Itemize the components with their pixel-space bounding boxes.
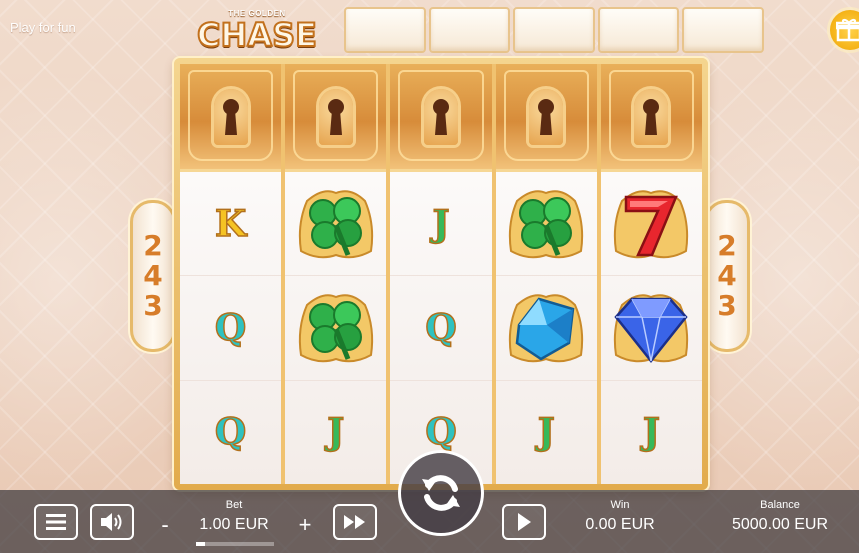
bonus-progress-bar (344, 7, 764, 53)
keyhole-slot (433, 98, 449, 135)
symbol-letter-q: Q (214, 411, 247, 455)
fast-forward-icon (344, 515, 365, 529)
symbol-letter-j: J (327, 411, 346, 455)
ways-digit: 2 (717, 229, 737, 262)
reel-column: J (495, 64, 597, 484)
locked-cell (495, 64, 597, 172)
play-icon (518, 513, 531, 531)
symbol-letter-j: J (642, 411, 661, 455)
keyhole-slot (643, 98, 660, 135)
symbol-cell (496, 172, 597, 275)
symbol-cell: J (495, 379, 597, 484)
symbol-cell: K (180, 172, 281, 275)
locked-cell (390, 64, 492, 172)
red-seven-icon (614, 189, 689, 258)
speaker-icon (101, 513, 122, 531)
spin-button[interactable] (398, 450, 484, 536)
reels-grid: K Q Q J J Q Q J J (180, 64, 703, 484)
balance-label: Balance (760, 499, 800, 511)
symbol-letter-q: Q (425, 306, 458, 350)
ways-digit: 4 (717, 259, 737, 292)
symbol-cell: J (390, 172, 491, 275)
keyhole-slot (538, 98, 555, 135)
reel-column: J (285, 64, 387, 484)
logo-title: CHASE (196, 16, 318, 54)
symbol-letter-q: Q (425, 411, 458, 455)
bet-value: 1.00 EUR (199, 516, 269, 533)
reel-column: J Q Q (390, 64, 492, 484)
win-value: 0.00 EUR (585, 516, 655, 533)
balance-value: 5000.00 EUR (731, 516, 829, 533)
keyhole-slot (327, 98, 344, 135)
progress-cell (682, 7, 764, 53)
hamburger-icon (46, 514, 66, 530)
bet-increase-button[interactable]: + (295, 512, 315, 538)
clover-icon (298, 189, 373, 258)
symbol-cell (285, 172, 386, 275)
bet-level-fill (196, 542, 206, 546)
turbo-button[interactable] (333, 504, 377, 540)
ways-counter-left: 2 4 3 (130, 200, 176, 352)
symbol-letter-j: J (537, 411, 556, 455)
keyhole-icon (318, 88, 353, 145)
progress-cell (344, 7, 426, 53)
symbol-cell (285, 275, 387, 379)
play-for-fun-label: Play for fun (10, 20, 76, 35)
reel-column: K Q Q (180, 64, 282, 484)
progress-cell (597, 7, 680, 53)
symbol-cell: Q (180, 379, 282, 484)
symbol-letter-k: K (214, 202, 247, 246)
locked-cell (600, 64, 703, 172)
reel-frame: K Q Q J J Q Q J J (174, 58, 708, 490)
symbol-letter-q: Q (214, 306, 247, 350)
progress-cell (428, 7, 511, 53)
symbol-cell: Q (180, 275, 282, 379)
progress-cell (513, 7, 595, 53)
win-label: Win (610, 499, 630, 511)
game-logo: THE GOLDEN CHASE (184, 4, 330, 60)
autoplay-button[interactable] (502, 504, 546, 540)
ways-digit: 3 (717, 289, 737, 322)
ways-digit: 4 (143, 259, 163, 292)
blue-gem-icon (509, 294, 584, 363)
sound-button[interactable] (90, 504, 134, 540)
keyhole-icon (634, 88, 669, 145)
keyhole-icon (424, 88, 458, 145)
ways-digit: 3 (143, 289, 163, 322)
keyhole-slot (222, 98, 239, 135)
symbol-cell: J (600, 379, 703, 484)
symbol-cell: J (285, 379, 387, 484)
refresh-icon (422, 475, 460, 511)
diamond-icon (614, 294, 689, 363)
symbol-cell: Q (390, 275, 492, 379)
keyhole-icon (529, 88, 564, 145)
ways-counter-right: 2 4 3 (704, 200, 750, 352)
menu-button[interactable] (34, 504, 78, 540)
bet-label: Bet (225, 499, 243, 511)
bet-decrease-button[interactable]: - (155, 512, 175, 538)
bet-level-slider[interactable] (196, 542, 274, 546)
symbol-cell (600, 275, 703, 379)
gift-icon (836, 19, 859, 42)
symbol-letter-j: J (432, 202, 451, 246)
clover-icon (509, 189, 584, 258)
locked-cell (180, 64, 282, 172)
locked-cell (285, 64, 387, 172)
ways-digit: 2 (143, 229, 163, 262)
clover-icon (298, 294, 373, 363)
symbol-cell (495, 275, 597, 379)
symbol-cell (601, 172, 702, 275)
reel-column: J (600, 64, 703, 484)
keyhole-icon (213, 88, 248, 145)
